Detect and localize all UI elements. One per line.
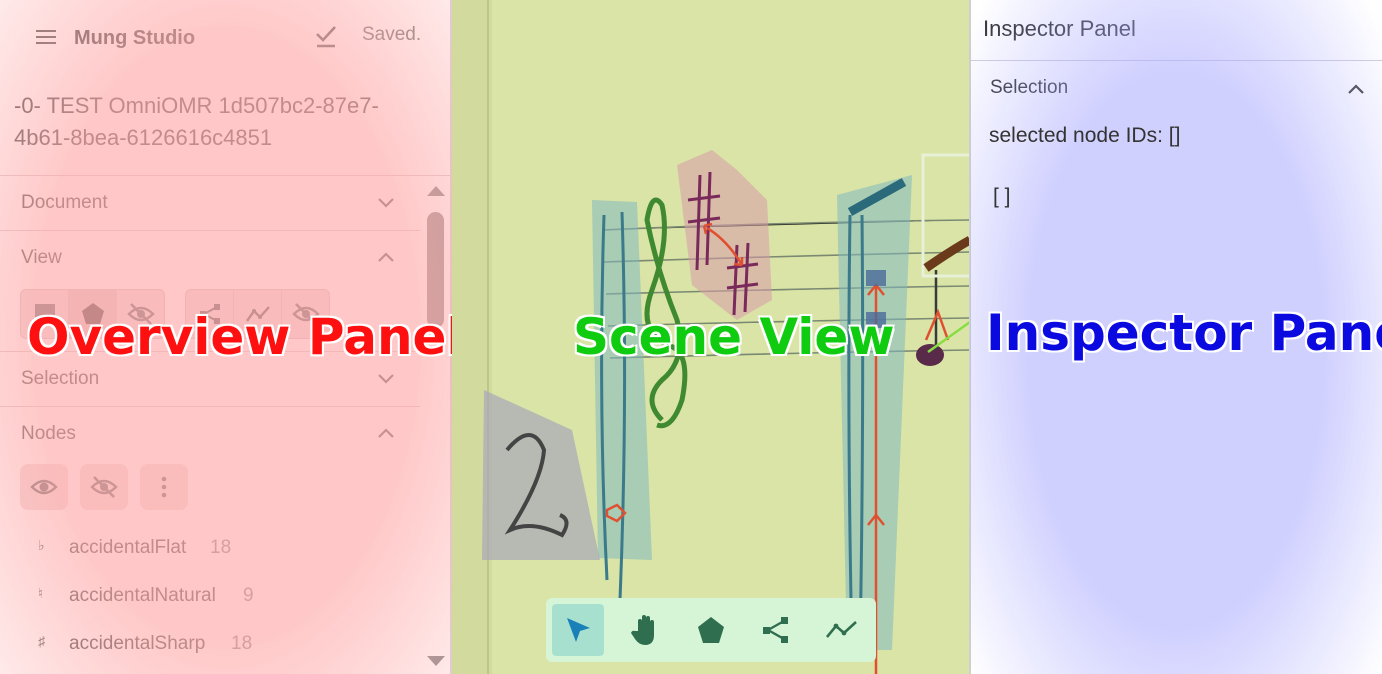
syntax-link-icon — [825, 621, 857, 638]
inspector-title: Inspector Panel — [983, 16, 1136, 41]
divider — [970, 60, 1382, 61]
node-class-count: 9 — [243, 585, 254, 606]
eye-icon — [30, 479, 58, 495]
hand-icon — [631, 615, 654, 645]
selected-node-ids: selected node IDs: [] — [989, 124, 1181, 147]
selection-json: [ ] — [993, 185, 1011, 208]
chevron-up-icon[interactable] — [1348, 84, 1364, 94]
show-all-button[interactable] — [20, 464, 68, 510]
panel-divider[interactable] — [969, 0, 971, 674]
menu-icon[interactable] — [33, 26, 59, 50]
polygon-icon — [698, 617, 724, 643]
list-item[interactable]: ♮ accidentalNatural 9 — [0, 582, 420, 622]
polygon-tool-button[interactable] — [685, 604, 737, 656]
inspector-section-selection[interactable]: Selection — [990, 77, 1068, 99]
natural-icon: ♮ — [38, 585, 44, 601]
scroll-down-arrow[interactable] — [427, 656, 445, 666]
scroll-up-arrow[interactable] — [427, 186, 445, 196]
pointer-icon — [567, 618, 590, 642]
check-icon — [316, 26, 336, 48]
node-class-count: 18 — [231, 633, 253, 654]
node-class-name: accidentalSharp — [69, 633, 206, 654]
list-item[interactable]: ♭ accidentalFlat 18 — [0, 534, 420, 574]
node-class-count: 18 — [210, 537, 232, 558]
divider — [0, 406, 420, 407]
node-link-icon — [763, 617, 788, 643]
eye-off-icon — [90, 476, 118, 498]
scene-view-label: Scene View — [573, 308, 895, 366]
app-title: Mung Studio — [74, 27, 196, 49]
syntax-link-tool-button[interactable] — [816, 604, 868, 656]
hide-all-button[interactable] — [80, 464, 128, 510]
more-options-button[interactable] — [140, 464, 188, 510]
divider — [0, 175, 452, 176]
chevron-down-icon[interactable] — [378, 374, 394, 384]
more-vert-icon — [161, 476, 167, 498]
list-item[interactable]: ♯ accidentalSharp 18 — [0, 630, 420, 670]
chevron-down-icon[interactable] — [378, 198, 394, 208]
app-header: Mung Studio Saved. — [0, 0, 452, 76]
overview-panel: Mung Studio Saved. -0- TEST OmniOMR 1d50… — [0, 0, 452, 674]
section-document[interactable]: Document — [21, 192, 108, 214]
tool-palette — [546, 598, 876, 662]
section-selection[interactable]: Selection — [21, 368, 99, 390]
node-link-tool-button[interactable] — [750, 604, 802, 656]
pointer-tool-button[interactable] — [552, 604, 604, 656]
node-class-name: accidentalNatural — [69, 585, 216, 606]
overview-panel-label: Overview Panel — [27, 308, 452, 366]
document-name: -0- TEST OmniOMR 1d507bc2-87e7-4b61-8bea… — [14, 93, 379, 150]
inspector-panel: Inspector Panel Selection selected node … — [970, 0, 1382, 674]
chevron-up-icon[interactable] — [378, 428, 394, 438]
node-class-name: accidentalFlat — [69, 537, 187, 558]
inspector-panel-label: Inspector Panel — [986, 304, 1382, 362]
section-nodes[interactable]: Nodes — [21, 423, 76, 445]
divider — [0, 230, 420, 231]
section-view[interactable]: View — [21, 247, 62, 269]
hand-tool-button[interactable] — [620, 604, 672, 656]
sharp-icon: ♯ — [38, 633, 45, 649]
flat-icon: ♭ — [38, 537, 45, 553]
scene-view[interactable]: Scene View — [452, 0, 970, 674]
save-status: Saved. — [362, 24, 422, 45]
chevron-up-icon[interactable] — [378, 252, 394, 262]
